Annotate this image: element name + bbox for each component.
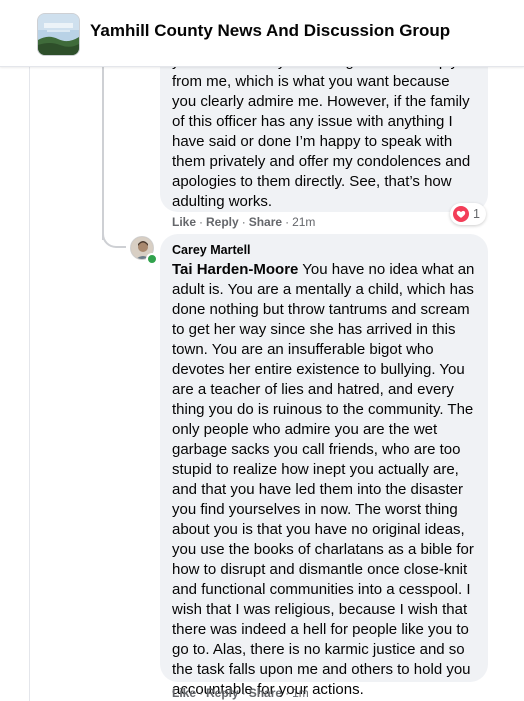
- group-title[interactable]: Yamhill County News And Discussion Group: [90, 21, 450, 41]
- separator: ·: [199, 686, 204, 700]
- reaction-badge[interactable]: 1: [450, 203, 486, 225]
- share-button[interactable]: Share: [249, 215, 282, 229]
- feed-left-border: [29, 66, 30, 701]
- group-header: Yamhill County News And Discussion Group: [0, 0, 524, 67]
- comment-text: Tai Harden-Moore You have no idea what a…: [172, 260, 476, 700]
- comment-text: you want to but you won’t get another re…: [172, 53, 471, 210]
- like-button[interactable]: Like: [172, 215, 196, 229]
- separator: ·: [241, 686, 246, 700]
- comment-bubble: Carey Martell Tai Harden-Moore You have …: [160, 234, 488, 698]
- reply-thread-line: [102, 66, 104, 240]
- separator: ·: [199, 215, 204, 229]
- group-avatar[interactable]: [37, 13, 80, 56]
- comment-actions: Like · Reply · Share · 1m: [172, 686, 309, 700]
- like-button[interactable]: Like: [172, 686, 196, 700]
- online-status-dot: [146, 253, 158, 265]
- comment-timestamp[interactable]: 21m: [292, 215, 315, 229]
- share-button[interactable]: Share: [249, 686, 282, 700]
- comment-actions: Like · Reply · Share · 21m: [172, 215, 315, 229]
- reaction-count: 1: [473, 207, 480, 221]
- comment-author[interactable]: Carey Martell: [172, 242, 476, 258]
- user-mention[interactable]: Tai Harden-Moore: [172, 261, 298, 278]
- reply-button[interactable]: Reply: [206, 215, 239, 229]
- heart-icon: [453, 206, 469, 222]
- comment-body: You have no idea what an adult is. You a…: [172, 261, 475, 698]
- separator: ·: [241, 215, 246, 229]
- reply-button[interactable]: Reply: [206, 686, 239, 700]
- reply-thread-connector: [102, 224, 126, 248]
- separator: ·: [285, 686, 290, 700]
- separator: ·: [285, 215, 290, 229]
- comment-timestamp[interactable]: 1m: [292, 686, 309, 700]
